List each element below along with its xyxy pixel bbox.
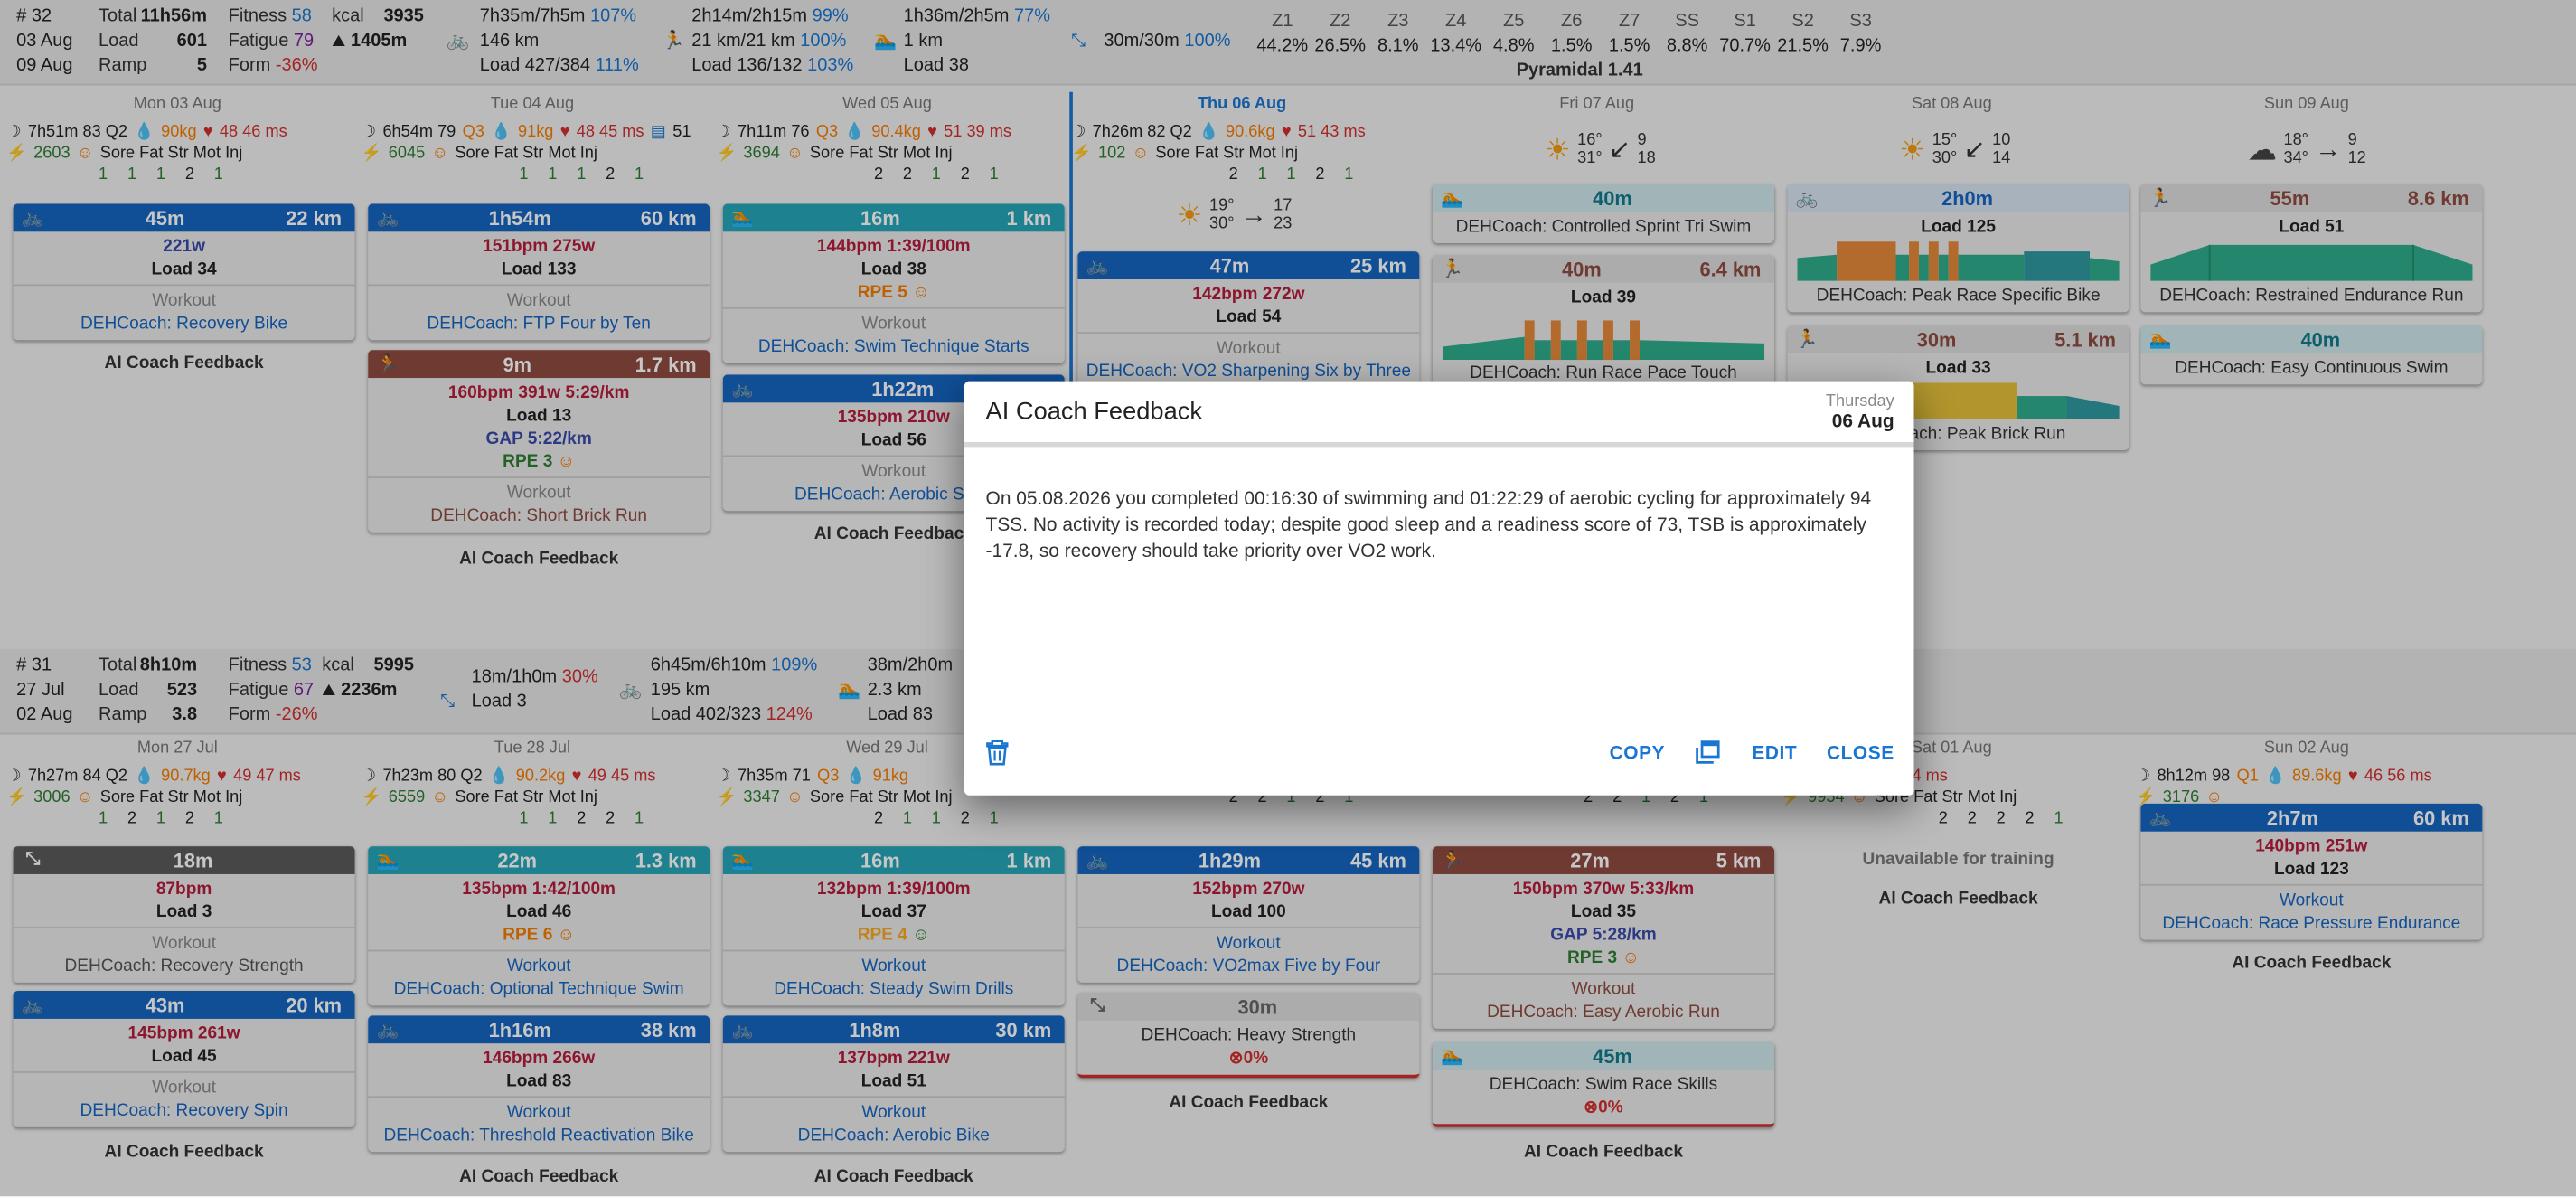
- copy-button[interactable]: COPY: [1610, 744, 1665, 764]
- dialog-title: AI Coach Feedback: [985, 397, 1203, 426]
- dialog-feedback-text: On 05.08.2026 you completed 00:16:30 of …: [985, 489, 1872, 562]
- ai-coach-feedback-dialog: AI Coach Feedback Thursday 06 Aug On 05.…: [964, 381, 1914, 796]
- edit-button[interactable]: EDIT: [1752, 744, 1797, 764]
- dialog-date: Thursday 06 Aug: [1826, 391, 1894, 433]
- dialog-day: 06 Aug: [1831, 411, 1894, 432]
- delete-icon[interactable]: [984, 739, 1011, 770]
- dialog-weekday: Thursday: [1825, 391, 1894, 410]
- close-button[interactable]: CLOSE: [1827, 744, 1894, 764]
- open-in-new-window-icon[interactable]: [1695, 739, 1723, 770]
